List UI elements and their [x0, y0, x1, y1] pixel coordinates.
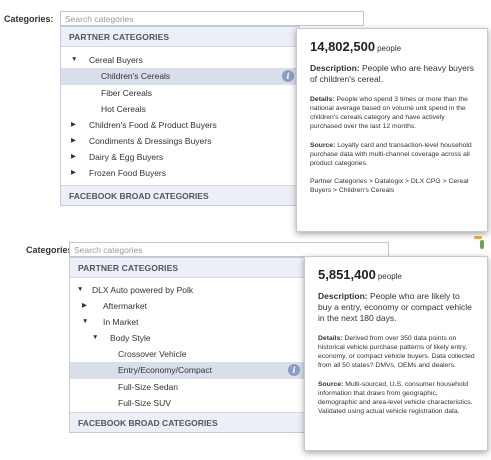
- list-item-childrens-cereals[interactable]: Children's Cereals i: [61, 68, 299, 85]
- partner-categories-list: PARTNER CATEGORIES ▼ Cereal Buyers Child…: [60, 26, 300, 206]
- details-label: Details:: [310, 96, 335, 103]
- list-item-full-size-suv[interactable]: Full-Size SUV: [70, 395, 308, 411]
- expand-arrow-icon[interactable]: ▶: [71, 117, 76, 133]
- list-item-body-style[interactable]: ▼ Body Style: [70, 330, 308, 346]
- tooltip-details: Details: People who spend 3 times or mor…: [310, 95, 475, 131]
- audience-reach: 5,851,400 people: [318, 267, 475, 282]
- partner-categories-header[interactable]: PARTNER CATEGORIES: [61, 27, 299, 47]
- search-categories-input[interactable]: Search categories: [60, 11, 364, 26]
- category-tooltip: 14,802,500 people Description: People who…: [296, 28, 488, 232]
- list-item-label: In Market: [103, 317, 139, 327]
- collapse-arrow-icon[interactable]: ▼: [82, 314, 88, 330]
- facebook-broad-categories-header[interactable]: FACEBOOK BROAD CATEGORIES: [61, 185, 299, 205]
- list-item-label: Fiber Cereals: [101, 88, 153, 98]
- list-item-cereal-buyers[interactable]: ▼ Cereal Buyers: [61, 52, 299, 68]
- info-icon[interactable]: i: [288, 364, 300, 376]
- description-label: Description:: [318, 291, 368, 301]
- source-text: Loyalty card and transaction-level house…: [310, 142, 472, 167]
- tooltip-description: Description: People who are heavy buyers…: [310, 63, 475, 85]
- list-item-dairy-egg[interactable]: ▶ Dairy & Egg Buyers: [61, 149, 299, 165]
- list-item-dlx-auto[interactable]: ▼ DLX Auto powered by Polk: [70, 282, 308, 298]
- reach-unit: people: [377, 44, 402, 53]
- description-label: Description:: [310, 63, 360, 73]
- collapse-arrow-icon[interactable]: ▼: [71, 52, 77, 68]
- info-icon[interactable]: i: [282, 70, 294, 82]
- expand-arrow-icon[interactable]: ▶: [71, 133, 76, 149]
- list-item-in-market[interactable]: ▼ In Market: [70, 314, 308, 330]
- tooltip-source: Source: Loyalty card and transaction-lev…: [310, 141, 475, 168]
- list-item-condiments[interactable]: ▶ Condiments & Dressings Buyers: [61, 133, 299, 149]
- category-path: Partner Categories > Datalogix > DLX CPG…: [310, 178, 469, 194]
- list-item-label: Dairy & Egg Buyers: [89, 152, 164, 162]
- status-indicator: [474, 236, 482, 239]
- audience-reach: 14,802,500 people: [310, 39, 475, 54]
- category-tooltip: 5,851,400 people Description: People who …: [304, 256, 488, 451]
- list-item-label: Aftermarket: [103, 301, 147, 311]
- list-item-fiber-cereals[interactable]: Fiber Cereals: [61, 85, 299, 101]
- list-item-frozen-food[interactable]: ▶ Frozen Food Buyers: [61, 165, 299, 181]
- list-item-label: Full-Size Sedan: [118, 382, 179, 392]
- list-item-label: Condiments & Dressings Buyers: [89, 136, 212, 146]
- tooltip-description: Description: People who are likely to bu…: [318, 291, 475, 324]
- list-item-hot-cereals[interactable]: Hot Cereals: [61, 101, 299, 117]
- list-item-entry-economy-compact[interactable]: Entry/Economy/Compact i: [70, 362, 308, 379]
- status-indicator: [480, 240, 484, 249]
- expand-arrow-icon[interactable]: ▶: [71, 165, 76, 181]
- collapse-arrow-icon[interactable]: ▼: [77, 282, 83, 298]
- list-item-label: Hot Cereals: [101, 104, 146, 114]
- list-item-label: Frozen Food Buyers: [89, 168, 167, 178]
- collapse-arrow-icon[interactable]: ▼: [92, 330, 98, 346]
- search-categories-input[interactable]: Search categories: [69, 242, 389, 257]
- list-item-label: Children's Cereals: [101, 71, 171, 81]
- partner-categories-header[interactable]: PARTNER CATEGORIES: [70, 258, 308, 278]
- tooltip-details: Details: Derived from over 350 data poin…: [318, 334, 475, 370]
- list-item-label: Children's Food & Product Buyers: [89, 120, 217, 130]
- source-label: Source:: [310, 142, 336, 149]
- list-item-label: Crossover Vehicle: [118, 349, 187, 359]
- list-item-label: DLX Auto powered by Polk: [92, 285, 194, 295]
- reach-count: 14,802,500: [310, 39, 376, 54]
- list-item-childrens-food[interactable]: ▶ Children's Food & Product Buyers: [61, 117, 299, 133]
- list-item-crossover[interactable]: Crossover Vehicle: [70, 346, 308, 362]
- expand-arrow-icon[interactable]: ▶: [71, 149, 76, 165]
- source-label: Source:: [318, 381, 344, 388]
- list-item-label: Entry/Economy/Compact: [118, 365, 213, 375]
- list-item-label: Cereal Buyers: [89, 55, 143, 65]
- list-item-label: Body Style: [110, 333, 151, 343]
- tooltip-source: Source: Multi-sourced, U.S. consumer hou…: [318, 380, 475, 416]
- partner-categories-list: PARTNER CATEGORIES ▼ DLX Auto powered by…: [69, 257, 309, 433]
- reach-count: 5,851,400: [318, 267, 376, 282]
- reach-unit: people: [377, 272, 402, 281]
- list-item-full-size-sedan[interactable]: Full-Size Sedan: [70, 379, 308, 395]
- details-label: Details:: [318, 335, 343, 342]
- expand-arrow-icon[interactable]: ▶: [82, 298, 87, 314]
- list-item-label: Full-Size SUV: [118, 398, 171, 408]
- list-item-aftermarket[interactable]: ▶ Aftermarket: [70, 298, 308, 314]
- categories-label: Categories:: [4, 14, 54, 24]
- facebook-broad-categories-header[interactable]: FACEBOOK BROAD CATEGORIES: [70, 412, 308, 432]
